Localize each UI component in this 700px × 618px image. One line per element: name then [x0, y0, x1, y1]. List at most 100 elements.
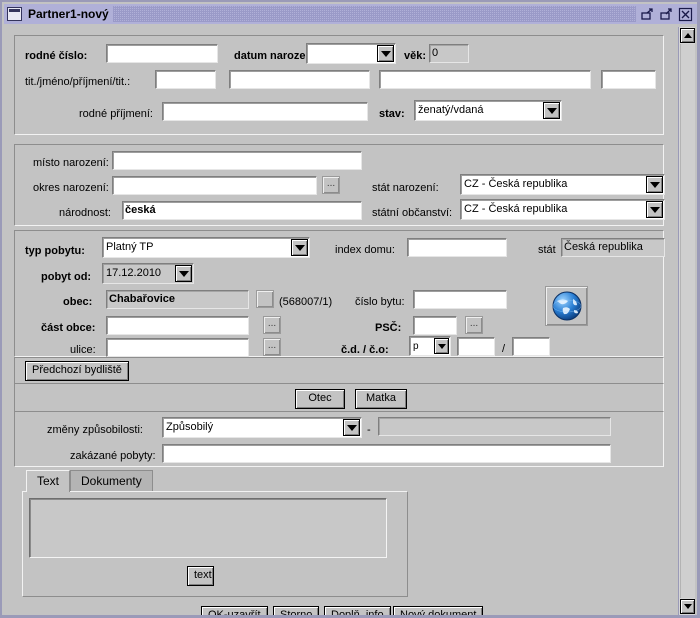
forbidden-residences-label: zakázané pobyty: — [70, 450, 156, 462]
birth-place-label: místo narození: — [33, 157, 109, 169]
forbidden-residences-input[interactable] — [162, 444, 611, 463]
tab-dokumenty[interactable]: Dokumenty — [70, 470, 153, 491]
title-bar: Partner1-nový — [4, 4, 697, 24]
flat-number-label: číslo bytu: — [355, 296, 405, 308]
birth-number-label: rodné číslo: — [25, 50, 88, 62]
residence-from-label: pobyt od: — [41, 271, 92, 283]
house-index-label: index domu: — [335, 244, 395, 256]
house-number-type-combo[interactable]: p — [409, 336, 451, 356]
municipality-input[interactable]: Chabařovice — [106, 290, 249, 309]
window-title: Partner1-nový — [28, 7, 109, 21]
scroll-up-arrow-icon[interactable] — [680, 28, 695, 43]
chevron-down-icon[interactable] — [291, 239, 308, 256]
street-picker-button[interactable]: ... — [263, 338, 281, 356]
scroll-down-arrow-icon[interactable] — [680, 599, 695, 614]
first-name-input[interactable] — [229, 70, 370, 89]
chevron-down-icon[interactable] — [175, 265, 192, 282]
age-value: 0 — [429, 44, 469, 63]
citizenship-value: CZ - Česká republika — [464, 203, 568, 215]
municipality-part-label: část obce: — [41, 322, 96, 334]
house-number-cd-input[interactable] — [457, 337, 495, 356]
scrollbar-track[interactable] — [680, 44, 695, 598]
postal-code-picker-button[interactable]: ... — [465, 316, 483, 334]
house-numbers-label: č.d. / č.o: — [341, 344, 389, 356]
previous-residence-button[interactable]: Předchozí bydliště — [25, 361, 129, 381]
capability-section: změny způsobilosti: Způsobilý - zakázané… — [14, 411, 664, 467]
maximize-button[interactable] — [659, 7, 674, 22]
capability-changes-label: změny způsobilosti: — [47, 424, 143, 436]
title-after-input[interactable] — [601, 70, 656, 89]
birth-district-input[interactable] — [112, 176, 317, 195]
postal-code-input[interactable] — [413, 316, 457, 335]
mother-button[interactable]: Matka — [355, 389, 407, 409]
identity-section: rodné číslo: datum narození: věk: 0 tit.… — [14, 35, 664, 135]
map-globe-button[interactable] — [545, 286, 588, 326]
marital-status-combo[interactable]: ženatý/vdaná — [414, 100, 562, 121]
flat-number-input[interactable] — [413, 290, 507, 309]
maiden-name-label: rodné příjmení: — [79, 108, 153, 120]
text-button[interactable]: text — [187, 566, 214, 586]
house-number-co-input[interactable] — [512, 337, 550, 356]
marital-status-label: stav: — [379, 108, 405, 120]
nationality-input[interactable]: česká — [122, 201, 362, 220]
citizenship-combo[interactable]: CZ - Česká republika — [460, 199, 665, 220]
nationality-label: národnost: — [59, 207, 111, 219]
chevron-down-icon[interactable] — [377, 45, 394, 62]
postal-code-label: PSČ: — [375, 322, 402, 334]
birth-district-picker-button[interactable]: ... — [322, 176, 340, 194]
vertical-scrollbar[interactable] — [678, 27, 695, 615]
street-input[interactable] — [106, 338, 249, 357]
capability-changes-combo[interactable]: Způsobilý — [162, 417, 362, 438]
application-window: Partner1-nový rodné číslo: datum narozen… — [0, 0, 700, 618]
tab-strip: Text Dokumenty — [26, 470, 153, 492]
street-label: ulice: — [70, 344, 96, 356]
form-content: rodné číslo: datum narození: věk: 0 tit.… — [4, 27, 673, 615]
residence-from-value: 17.12.2010 — [106, 267, 162, 279]
maiden-name-input[interactable] — [162, 102, 368, 121]
chevron-down-icon[interactable] — [434, 338, 449, 354]
citizenship-label: státní občanství: — [372, 207, 453, 219]
residence-section: typ pobytu: Platný TP index domu: stát Č… — [14, 230, 665, 357]
previous-residence-section: Předchozí bydliště — [14, 357, 664, 385]
ok-close-button[interactable]: OK-uzavřít — [201, 606, 268, 615]
window-controls — [640, 7, 693, 22]
capability-changes-value: Způsobilý — [166, 421, 214, 433]
text-notes-textarea[interactable] — [29, 498, 387, 558]
parents-section: Otec Matka — [14, 383, 664, 413]
tab-body: text — [22, 491, 408, 597]
house-number-type-value: p — [413, 340, 419, 352]
footer-actions: OK-uzavřít Storno Doplň. info Nový dokum… — [4, 606, 673, 615]
chevron-down-icon[interactable] — [646, 201, 663, 218]
father-button[interactable]: Otec — [295, 389, 345, 409]
chevron-down-icon[interactable] — [343, 419, 360, 436]
house-index-input[interactable] — [407, 238, 507, 257]
age-label: věk: — [404, 50, 427, 62]
additional-info-button[interactable]: Doplň. info — [324, 606, 391, 615]
birth-country-value: CZ - Česká republika — [464, 178, 568, 190]
birth-date-combo[interactable] — [306, 43, 396, 64]
last-name-input[interactable] — [379, 70, 591, 89]
residence-type-value: Platný TP — [106, 241, 154, 253]
residence-from-combo[interactable]: 17.12.2010 — [102, 263, 194, 284]
cancel-button[interactable]: Storno — [273, 606, 320, 615]
birth-place-input[interactable] — [112, 151, 362, 170]
name-row-label: tit./jméno/příjmení/tit.: — [25, 76, 131, 88]
municipality-part-picker-button[interactable]: ... — [263, 316, 281, 334]
birth-country-combo[interactable]: CZ - Česká republika — [460, 174, 665, 195]
tab-text[interactable]: Text — [26, 470, 71, 492]
chevron-down-icon[interactable] — [646, 176, 663, 193]
close-button[interactable] — [678, 7, 693, 22]
municipality-picker-button[interactable] — [256, 290, 274, 308]
capability-dash: - — [367, 424, 371, 436]
capability-note-field — [378, 417, 611, 436]
birth-number-input[interactable] — [106, 44, 218, 63]
birth-place-section: místo narození: okres narození: ... stát… — [14, 144, 665, 226]
chevron-down-icon[interactable] — [543, 102, 560, 119]
municipality-code: (568007/1) — [279, 296, 333, 308]
municipality-part-input[interactable] — [106, 316, 249, 335]
residence-type-combo[interactable]: Platný TP — [102, 237, 310, 258]
country-label: stát — [538, 244, 556, 256]
restore-button[interactable] — [640, 7, 655, 22]
title-before-input[interactable] — [155, 70, 216, 89]
new-document-button[interactable]: Nový dokument — [393, 606, 484, 615]
